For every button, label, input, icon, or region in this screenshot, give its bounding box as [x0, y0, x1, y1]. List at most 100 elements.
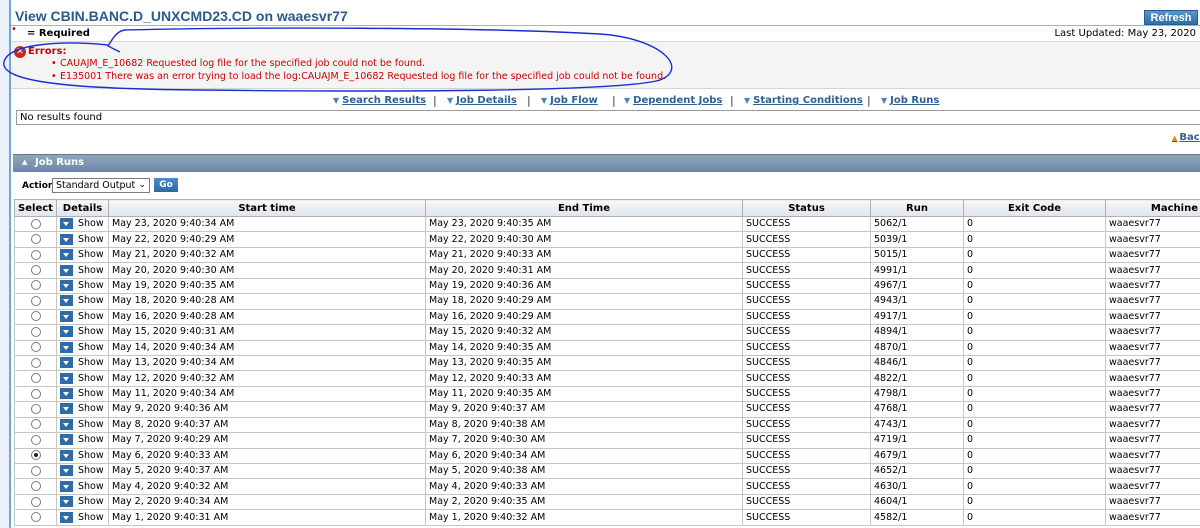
- row-details-cell[interactable]: Show: [56, 416, 109, 434]
- tab-job-details[interactable]: ▼ Job Details: [447, 95, 517, 106]
- row-details-cell[interactable]: Show: [56, 354, 109, 372]
- end-time-cell: May 11, 2020 9:40:35 AM: [425, 385, 743, 403]
- details-dropdown-icon[interactable]: [60, 341, 73, 353]
- details-dropdown-icon[interactable]: [60, 279, 73, 291]
- row-details-cell[interactable]: Show: [56, 293, 109, 310]
- radio-icon[interactable]: [30, 512, 41, 523]
- details-dropdown-icon[interactable]: [60, 326, 73, 338]
- details-dropdown-icon[interactable]: [60, 511, 73, 523]
- radio-icon[interactable]: [30, 496, 41, 507]
- details-dropdown-icon[interactable]: [60, 264, 73, 276]
- radio-icon[interactable]: [30, 357, 41, 368]
- radio-icon[interactable]: [30, 234, 41, 245]
- details-show-label[interactable]: Show: [78, 311, 104, 322]
- row-details-cell[interactable]: Show: [56, 401, 109, 418]
- job-runs-section-header[interactable]: ▲ Job Runs: [13, 154, 1200, 172]
- tab-job-flow[interactable]: ▼ Job Flow: [541, 95, 598, 106]
- tab-dependent-jobs[interactable]: ▼ Dependent Jobs: [624, 95, 722, 106]
- details-show-label[interactable]: Show: [78, 249, 104, 260]
- row-details-cell[interactable]: Show: [56, 432, 109, 449]
- details-dropdown-icon[interactable]: [60, 249, 73, 261]
- row-details-cell[interactable]: Show: [56, 339, 109, 356]
- details-dropdown-icon[interactable]: [60, 480, 73, 492]
- radio-icon[interactable]: [30, 249, 41, 260]
- details-dropdown-icon[interactable]: [60, 295, 73, 307]
- details-show-label[interactable]: Show: [78, 496, 104, 507]
- row-details-cell[interactable]: Show: [56, 385, 109, 403]
- radio-icon[interactable]: [30, 326, 41, 337]
- details-dropdown-icon[interactable]: [60, 434, 73, 446]
- row-details-cell[interactable]: Show: [56, 493, 109, 511]
- radio-icon[interactable]: [30, 218, 41, 229]
- action-select[interactable]: Standard Output ⌄: [52, 178, 150, 193]
- radio-icon[interactable]: [30, 465, 41, 476]
- details-show-label[interactable]: Show: [78, 481, 104, 492]
- go-button[interactable]: Go: [154, 178, 178, 192]
- row-details-cell[interactable]: Show: [56, 308, 109, 326]
- column-header-start-time[interactable]: Start time: [108, 199, 426, 217]
- tab-search-results[interactable]: ▼ Search Results: [333, 95, 426, 106]
- details-dropdown-icon[interactable]: [60, 218, 73, 230]
- back-to-top-link[interactable]: ▲ Bac: [1172, 132, 1200, 143]
- details-show-label[interactable]: Show: [78, 419, 104, 430]
- collapse-icon[interactable]: ▲: [22, 158, 27, 166]
- radio-icon[interactable]: [30, 481, 41, 492]
- row-details-cell[interactable]: Show: [56, 324, 109, 341]
- radio-icon[interactable]: [30, 295, 41, 306]
- radio-icon[interactable]: [30, 311, 41, 322]
- column-header-exit-code[interactable]: Exit Code: [963, 199, 1106, 217]
- details-dropdown-icon[interactable]: [60, 465, 73, 477]
- details-show-label[interactable]: Show: [78, 512, 104, 523]
- details-show-label[interactable]: Show: [78, 450, 104, 461]
- row-details-cell[interactable]: Show: [56, 215, 109, 233]
- details-show-label[interactable]: Show: [78, 465, 104, 476]
- row-details-cell[interactable]: Show: [56, 462, 109, 480]
- radio-icon[interactable]: [30, 342, 41, 353]
- column-header-machine[interactable]: Machine: [1105, 199, 1200, 217]
- details-dropdown-icon[interactable]: [60, 357, 73, 369]
- radio-icon[interactable]: [30, 265, 41, 276]
- tab-starting-conditions[interactable]: ▼ Starting Conditions: [744, 95, 863, 106]
- row-details-cell[interactable]: Show: [56, 246, 109, 264]
- details-show-label[interactable]: Show: [78, 434, 104, 445]
- column-header-end-time[interactable]: End Time: [425, 199, 743, 217]
- details-dropdown-icon[interactable]: [60, 372, 73, 384]
- row-details-cell[interactable]: Show: [56, 509, 109, 526]
- details-dropdown-icon[interactable]: [60, 496, 73, 508]
- refresh-button[interactable]: Refresh: [1144, 10, 1198, 25]
- radio-icon[interactable]: [30, 373, 41, 384]
- no-results-text: No results found: [20, 112, 103, 123]
- radio-icon[interactable]: [30, 388, 41, 399]
- row-details-cell[interactable]: Show: [56, 277, 109, 295]
- details-show-label[interactable]: Show: [78, 265, 104, 276]
- radio-icon[interactable]: [30, 280, 41, 291]
- radio-icon[interactable]: [30, 419, 41, 430]
- row-details-cell[interactable]: Show: [56, 478, 109, 495]
- row-details-cell[interactable]: Show: [56, 262, 109, 279]
- details-dropdown-icon[interactable]: [60, 449, 73, 461]
- details-show-label[interactable]: Show: [78, 373, 104, 384]
- details-dropdown-icon[interactable]: [60, 418, 73, 430]
- details-show-label[interactable]: Show: [78, 218, 104, 229]
- details-dropdown-icon[interactable]: [60, 310, 73, 322]
- radio-icon[interactable]: [30, 450, 41, 461]
- tab-job-runs[interactable]: ▼ Job Runs: [881, 95, 939, 106]
- details-show-label[interactable]: Show: [78, 234, 104, 245]
- details-show-label[interactable]: Show: [78, 357, 104, 368]
- radio-icon[interactable]: [30, 434, 41, 445]
- details-show-label[interactable]: Show: [78, 342, 104, 353]
- column-header-run[interactable]: Run: [870, 199, 964, 217]
- details-show-label[interactable]: Show: [78, 280, 104, 291]
- details-show-label[interactable]: Show: [78, 326, 104, 337]
- column-header-status[interactable]: Status: [742, 199, 871, 217]
- details-show-label[interactable]: Show: [78, 388, 104, 399]
- details-dropdown-icon[interactable]: [60, 233, 73, 245]
- row-details-cell[interactable]: Show: [56, 370, 109, 387]
- details-dropdown-icon[interactable]: [60, 403, 73, 415]
- radio-icon[interactable]: [30, 403, 41, 414]
- row-details-cell[interactable]: Show: [56, 447, 109, 465]
- details-show-label[interactable]: Show: [78, 403, 104, 414]
- details-dropdown-icon[interactable]: [60, 388, 73, 400]
- details-show-label[interactable]: Show: [78, 295, 104, 306]
- row-details-cell[interactable]: Show: [56, 231, 109, 248]
